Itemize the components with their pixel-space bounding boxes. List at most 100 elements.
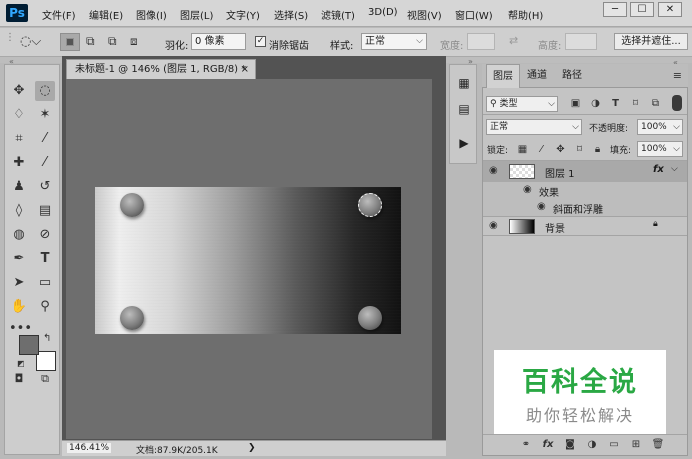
chevron-down-icon: ⌵ xyxy=(673,122,680,132)
pen-icon[interactable]: ✒ xyxy=(9,249,29,269)
select-and-mask-button[interactable]: 选择并遮住... xyxy=(614,33,688,50)
eye-icon[interactable]: ◉ xyxy=(523,184,532,195)
menu-filter[interactable]: 滤镜(T) xyxy=(321,7,355,22)
zoom-icon[interactable]: ⚲ xyxy=(35,297,55,317)
adjust-icon[interactable]: ▦ xyxy=(454,73,474,93)
tab-paths[interactable]: 路径 xyxy=(554,64,590,88)
brush-icon[interactable]: ⁄ xyxy=(35,153,55,173)
close-icon[interactable]: × xyxy=(241,60,249,79)
expand-arrows-icon[interactable]: » xyxy=(468,57,473,66)
layer-row-effects[interactable]: ◉ 效果 xyxy=(483,182,687,199)
hand-icon[interactable]: ✋ xyxy=(9,297,29,317)
layer-row-background[interactable]: ◉ 背景 🔒︎ xyxy=(483,216,687,236)
status-menu-arrow[interactable]: ❯ xyxy=(248,443,256,453)
lock-icon: 🔒︎ xyxy=(653,219,658,229)
new-group-icon[interactable]: ▭ xyxy=(607,438,621,452)
style-select[interactable]: 正常 ⌵ xyxy=(361,33,427,50)
fx-icon[interactable]: fx xyxy=(653,164,664,175)
subtract-selection-icon[interactable]: ⧉ xyxy=(108,34,117,49)
width-label: 宽度: xyxy=(440,41,464,52)
feather-input[interactable]: 0 像素 xyxy=(191,33,246,50)
lock-position-icon[interactable]: ✥ xyxy=(554,143,567,156)
menu-3d[interactable]: 3D(D) xyxy=(368,7,398,18)
lock-artboard-icon[interactable]: ⌑ xyxy=(573,143,586,156)
watermark-title: 百科全说 xyxy=(522,367,638,398)
eye-icon[interactable]: ◉ xyxy=(489,220,498,231)
foreground-color-swatch[interactable] xyxy=(19,335,39,355)
elliptical-marquee-preset-icon[interactable]: ◌⌵ xyxy=(20,34,41,49)
rectangle-icon[interactable]: ▭ xyxy=(35,273,55,293)
document-tab[interactable]: 未标题-1 @ 146% (图层 1, RGB/8) * × xyxy=(66,59,256,79)
swap-colors-icon[interactable]: ↰ xyxy=(43,333,51,344)
libraries-icon[interactable]: ▤ xyxy=(454,99,474,119)
layer-row-bevel-emboss[interactable]: ◉ 斜面和浮雕 xyxy=(483,199,687,216)
zoom-level[interactable]: 146.41% xyxy=(67,443,112,453)
type-icon[interactable]: T xyxy=(35,249,55,269)
link-layers-icon[interactable]: ⚭ xyxy=(519,438,533,452)
grip-icon: ⋮ xyxy=(5,32,15,43)
eye-icon[interactable]: ◉ xyxy=(537,201,546,212)
minimize-button[interactable]: ─ xyxy=(603,2,627,17)
menu-layer[interactable]: 图层(L) xyxy=(180,7,213,22)
new-adjustment-icon[interactable]: ◑ xyxy=(585,438,599,452)
menu-window[interactable]: 窗口(W) xyxy=(455,7,493,22)
play-icon[interactable]: ▶ xyxy=(454,133,474,153)
lock-transparent-icon[interactable]: ▦ xyxy=(516,143,529,156)
background-color-swatch[interactable] xyxy=(36,351,56,371)
history-brush-icon[interactable]: ↺ xyxy=(35,177,55,197)
crop-icon[interactable]: ⌗ xyxy=(9,129,29,149)
blur-icon[interactable]: ◍ xyxy=(9,225,29,245)
healing-icon[interactable]: ✚ xyxy=(9,153,29,173)
filter-smart-object-icon[interactable]: ⧉ xyxy=(649,97,662,110)
lasso-icon[interactable]: ♢ xyxy=(9,105,29,125)
feather-label: 羽化: xyxy=(165,41,189,52)
delete-layer-icon[interactable]: 🗑︎ xyxy=(651,438,665,452)
filter-toggle-switch[interactable] xyxy=(672,95,682,111)
filter-adjustment-icon[interactable]: ◑ xyxy=(589,97,602,110)
antialias-checkbox[interactable]: ✓ xyxy=(255,36,266,47)
filter-kind-select[interactable]: ⚲ 类型 ⌵ xyxy=(486,96,558,112)
default-colors-icon[interactable]: ◩ xyxy=(17,359,25,368)
filter-pixel-icon[interactable]: ▣ xyxy=(569,97,582,110)
magic-wand-icon[interactable]: ✶ xyxy=(35,105,55,125)
eye-icon[interactable]: ◉ xyxy=(489,165,498,176)
eyedropper-icon[interactable]: ⁄ xyxy=(35,129,55,149)
lock-image-icon[interactable]: ⁄ xyxy=(535,143,548,156)
menu-view[interactable]: 视图(V) xyxy=(407,7,442,22)
stamp-icon[interactable]: ♟ xyxy=(9,177,29,197)
filter-type-icon[interactable]: T xyxy=(609,97,622,110)
quick-mask-icon[interactable]: ◘ xyxy=(9,369,29,389)
menu-select[interactable]: 选择(S) xyxy=(274,7,308,22)
close-button[interactable]: ✕ xyxy=(658,2,682,17)
add-style-icon[interactable]: fx xyxy=(541,438,555,452)
restore-button[interactable]: ☐ xyxy=(630,2,654,17)
opacity-input[interactable]: 100% ⌵ xyxy=(637,119,683,135)
screen-mode-icon[interactable]: ⧉ xyxy=(35,369,55,389)
new-layer-icon[interactable]: ⊞ xyxy=(629,438,643,452)
layer-row-layer1[interactable]: ◉ 图层 1 fx ⌵ xyxy=(483,161,687,182)
menu-edit[interactable]: 编辑(E) xyxy=(89,7,123,22)
layer-name: 图层 1 xyxy=(545,169,575,180)
move-icon[interactable]: ✥ xyxy=(9,81,29,101)
add-mask-icon[interactable]: ◙ xyxy=(563,438,577,452)
marquee-icon[interactable]: ◌ xyxy=(35,81,55,101)
tab-layers[interactable]: 图层 xyxy=(486,64,520,88)
menu-type[interactable]: 文字(Y) xyxy=(226,7,260,22)
dodge-icon[interactable]: ⊘ xyxy=(35,225,55,245)
blend-mode-select[interactable]: 正常 ⌵ xyxy=(486,119,582,135)
add-selection-icon[interactable]: ⧉ xyxy=(86,34,95,49)
collapse-arrows-icon[interactable]: « xyxy=(9,57,14,66)
tab-channels[interactable]: 通道 xyxy=(520,64,554,88)
menu-help[interactable]: 帮助(H) xyxy=(508,7,543,22)
intersect-selection-icon[interactable]: ⧈ xyxy=(130,34,138,49)
chevron-down-icon[interactable]: ⌵ xyxy=(671,164,678,174)
gradient-icon[interactable]: ▤ xyxy=(35,201,55,221)
filter-shape-icon[interactable]: ⌑ xyxy=(629,97,642,110)
menu-image[interactable]: 图像(I) xyxy=(136,7,167,22)
fill-input[interactable]: 100% ⌵ xyxy=(637,141,683,157)
lock-all-icon[interactable]: 🔒︎ xyxy=(591,143,604,156)
eraser-icon[interactable]: ◊ xyxy=(9,201,29,221)
path-select-icon[interactable]: ➤ xyxy=(9,273,29,293)
menu-file[interactable]: 文件(F) xyxy=(42,7,76,22)
panel-menu-icon[interactable]: ≡ xyxy=(673,69,682,82)
